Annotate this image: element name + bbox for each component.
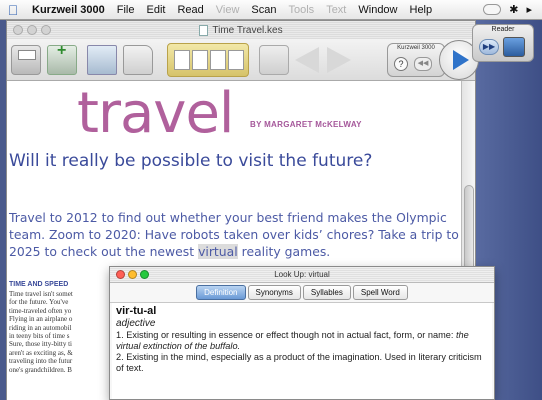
article-headline: Will it really be possible to visit the … [9, 151, 373, 171]
help-button[interactable]: ? [394, 57, 408, 71]
menu-edit[interactable]: Edit [141, 4, 172, 16]
image-button[interactable] [87, 45, 117, 75]
part-of-speech: adjective [116, 318, 156, 329]
tab-syllables[interactable]: Syllables [302, 285, 351, 300]
zoom-button[interactable] [41, 25, 51, 35]
section-line: in teeny bits of time s [9, 332, 70, 341]
highlight-pink-icon[interactable] [228, 50, 244, 70]
apple-menu-icon[interactable]:  [0, 2, 26, 18]
reader-panel: Reader ▶▶ [472, 24, 534, 62]
window-title-text: Time Travel.kes [212, 24, 283, 36]
fast-forward-button[interactable]: ▶▶ [479, 39, 499, 55]
lookup-tabs: Definition Synonyms Syllables Spell Word [110, 283, 494, 303]
section-line: riding in an automobil [9, 323, 72, 332]
lookup-dialog: Look Up: virtual Definition Synonyms Syl… [109, 266, 495, 400]
section-line: Sure, those itty-bitty ti [9, 340, 72, 349]
section-line: one's grandchildren. B [9, 365, 72, 374]
definition-1: 1. Existing or resulting in essence or e… [116, 330, 488, 352]
definition-2: 2. Existing in the mind, especially as a… [116, 352, 488, 374]
section-body: Time travel isn't somet for the future. … [9, 290, 109, 374]
app-menu[interactable]: Kurzweil 3000 [26, 4, 111, 16]
toolbar: Kurzweil 3000 ? ◀◀ [7, 39, 479, 81]
menu-extras: ✱ ▸ [483, 3, 542, 16]
play-icon [453, 50, 469, 70]
menu-text[interactable]: Text [320, 4, 352, 16]
window-titlebar[interactable]: Time Travel.kes [7, 21, 475, 39]
highlighted-word[interactable]: virtual [198, 244, 238, 259]
close-button[interactable] [13, 25, 23, 35]
tab-spell-word[interactable]: Spell Word [352, 285, 408, 300]
section-line: Time travel isn't somet [9, 290, 73, 298]
forward-arrow-icon[interactable] [327, 47, 351, 73]
lookup-titlebar[interactable]: Look Up: virtual [110, 267, 494, 283]
definition-1-text: Existing or resulting in essence or effe… [123, 330, 456, 340]
window-controls [13, 25, 51, 35]
menu-view[interactable]: View [210, 4, 246, 16]
toggle-icon[interactable] [483, 4, 502, 15]
menu-window[interactable]: Window [352, 4, 403, 16]
article-title: travel [77, 81, 234, 146]
definition-headword: vir-tu-al [116, 305, 157, 317]
reader-label: Reader [491, 26, 515, 33]
stamp-button[interactable] [259, 45, 289, 75]
intro-text-after: reality games. [237, 244, 331, 259]
highlight-green-icon[interactable] [192, 50, 208, 70]
rewind-button[interactable]: ◀◀ [414, 57, 432, 71]
lookup-close-button[interactable] [116, 270, 125, 279]
lookup-title: Look Up: virtual [274, 270, 330, 279]
definition-2-number: 2. [116, 352, 124, 362]
definition-1-number: 1. [116, 330, 124, 340]
menu-help[interactable]: Help [404, 4, 439, 16]
menu-scan[interactable]: Scan [245, 4, 282, 16]
section-line: aren't as exciting as, & [9, 348, 73, 357]
lookup-window-controls [116, 270, 149, 279]
section-line: for the future. You've [9, 298, 69, 307]
section-line: traveling into the futur [9, 357, 73, 366]
article-byline: BY MARGARET McKELWAY [250, 120, 362, 129]
menu-tools[interactable]: Tools [283, 4, 321, 16]
reader-book-icon[interactable] [503, 37, 525, 57]
menu-file[interactable]: File [111, 4, 141, 16]
volume-icon[interactable]: ▸ [526, 3, 532, 16]
lookup-zoom-button[interactable] [140, 270, 149, 279]
tab-synonyms[interactable]: Synonyms [247, 285, 301, 300]
definition-2-text: Existing in the mind, especially as a pr… [116, 352, 482, 373]
screen:  Kurzweil 3000 File Edit Read View Scan… [0, 0, 542, 400]
back-arrow-icon[interactable] [295, 47, 319, 73]
section-line: time-traveled often yo [9, 306, 72, 315]
section-line: Flying in an airplane o [9, 315, 73, 324]
lookup-minimize-button[interactable] [128, 270, 137, 279]
highlighter-group[interactable] [167, 43, 249, 77]
document-icon [199, 24, 209, 36]
tab-definition[interactable]: Definition [196, 285, 246, 300]
open-button[interactable] [123, 45, 153, 75]
bluetooth-icon[interactable]: ✱ [509, 3, 518, 16]
print-button[interactable] [11, 45, 41, 75]
window-title: Time Travel.kes [199, 24, 283, 36]
menu-bar:  Kurzweil 3000 File Edit Read View Scan… [0, 0, 542, 20]
minimize-button[interactable] [27, 25, 37, 35]
highlight-blue-icon[interactable] [210, 50, 226, 70]
definition-panel: vir-tu-al adjective 1. Existing or resul… [112, 303, 492, 399]
section-heading: TIME AND SPEED [9, 281, 69, 288]
kurzweil-panel: Kurzweil 3000 ? ◀◀ [387, 43, 445, 77]
article-intro: Travel to 2012 to find out whether your … [9, 209, 461, 260]
highlight-yellow-icon[interactable] [174, 50, 190, 70]
kurzweil-label: Kurzweil 3000 [397, 45, 435, 51]
menu-read[interactable]: Read [171, 4, 209, 16]
scan-button[interactable] [47, 42, 77, 75]
